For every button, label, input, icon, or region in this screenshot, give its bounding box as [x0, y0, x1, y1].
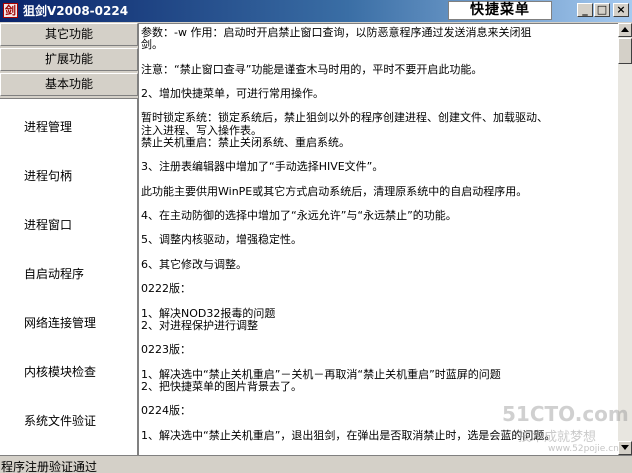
content-line: 注意：“禁止窗口查寻”功能是谨查木马时用的，平时不要开启此功能。	[141, 62, 483, 76]
nav-item-network-connections[interactable]: 网络连接管理	[24, 314, 96, 331]
content-line: 4、在主动防御的选择中增加了“永远允许”与“永远禁止”的功能。	[141, 209, 457, 222]
scroll-thumb[interactable]	[618, 38, 632, 64]
content-text-area[interactable]: 参数：-w 作用：启动时开启禁止窗口查询，以防恶意程序通过发送消息来关闭狙 剑。 …	[138, 23, 618, 455]
content-line: 6、其它修改与调整。	[141, 257, 247, 271]
content-line: 剑。	[141, 38, 163, 52]
maximize-button[interactable]: □	[594, 3, 610, 17]
content-line: 1、解决NOD32报毒的问题	[141, 306, 276, 320]
content-line: 1、解决选中“禁止关机重启”，退出狙剑，在弹出是否取消禁止时，选是会蓝的问题。	[141, 428, 556, 442]
nav-button-extended[interactable]: 扩展功能	[0, 48, 138, 71]
content-line: 2、把快捷菜单的图片背景去了。	[141, 379, 302, 393]
nav-item-kernel-modules[interactable]: 内核模块检查	[24, 363, 96, 380]
content-line: 3、注册表编辑器中增加了“手动选择HIVE文件”。	[141, 160, 384, 174]
content-line: 注入进程、写入操作表。	[141, 123, 262, 137]
window-title: 狙剑V2008-0224	[23, 4, 129, 18]
content-line: 0223版：	[141, 343, 191, 357]
content-line: 0222版：	[141, 282, 191, 296]
status-text: 程序注册验证通过	[1, 460, 98, 473]
minimize-button[interactable]: _	[577, 3, 593, 17]
nav-item-startup-programs[interactable]: 自启动程序	[24, 265, 84, 282]
nav-list: 进程管理 进程句柄 进程窗口 自启动程序 网络连接管理 内核模块检查 系统文件验…	[0, 98, 138, 455]
nav-button-basic[interactable]: 基本功能	[0, 73, 138, 96]
content-line: 1、解决选中“禁止关机重启”－关机－再取消“禁止关机重启”时蓝屏的问题	[141, 367, 501, 381]
content-line: 禁止关机重启：禁止关闭系统、重启系统。	[141, 135, 350, 149]
main-window: 剑 狙剑V2008-0224 快捷菜单 _ □ × 其它功能 扩展功能 基本功能…	[0, 0, 632, 473]
content-line: 此功能主要供用WinPE或其它方式启动系统后，清理原系统中的自启动程序用。	[141, 184, 528, 198]
close-button[interactable]: ×	[613, 3, 629, 17]
app-icon[interactable]: 剑	[3, 3, 18, 18]
content-line: 2、增加快捷菜单，可进行常用操作。	[141, 87, 324, 100]
scroll-down-button[interactable]	[618, 441, 632, 455]
content-line: 0224版：	[141, 404, 191, 418]
scroll-up-button[interactable]	[618, 23, 632, 37]
content-line: 参数：-w 作用：启动时开启禁止窗口查询，以防恶意程序通过发送消息来关闭狙	[141, 26, 532, 39]
content-line: 5、调整内核驱动，增强稳定性。	[141, 233, 302, 247]
nav-item-process-windows[interactable]: 进程窗口	[24, 216, 72, 233]
content-line: 暂时锁定系统：锁定系统后，禁止狙剑以外的程序创建进程、创建文件、加载驱动、	[141, 111, 548, 125]
status-bar: 程序注册验证通过	[0, 455, 632, 473]
arrow-down-icon	[621, 445, 629, 450]
content-line: 2、对进程保护进行调整	[141, 318, 258, 332]
nav-item-system-file-verify[interactable]: 系统文件验证	[24, 412, 96, 429]
left-panel: 其它功能 扩展功能 基本功能 进程管理 进程句柄 进程窗口 自启动程序 网络连接…	[0, 23, 138, 455]
title-bar[interactable]: 剑 狙剑V2008-0224 快捷菜单 _ □ ×	[0, 0, 632, 22]
quick-menu-button[interactable]: 快捷菜单	[448, 1, 552, 20]
nav-button-other[interactable]: 其它功能	[0, 23, 138, 46]
arrow-up-icon	[621, 27, 629, 32]
nav-item-process-manager[interactable]: 进程管理	[24, 118, 72, 135]
vertical-scrollbar[interactable]	[618, 23, 632, 455]
nav-item-process-handles[interactable]: 进程句柄	[24, 167, 72, 184]
